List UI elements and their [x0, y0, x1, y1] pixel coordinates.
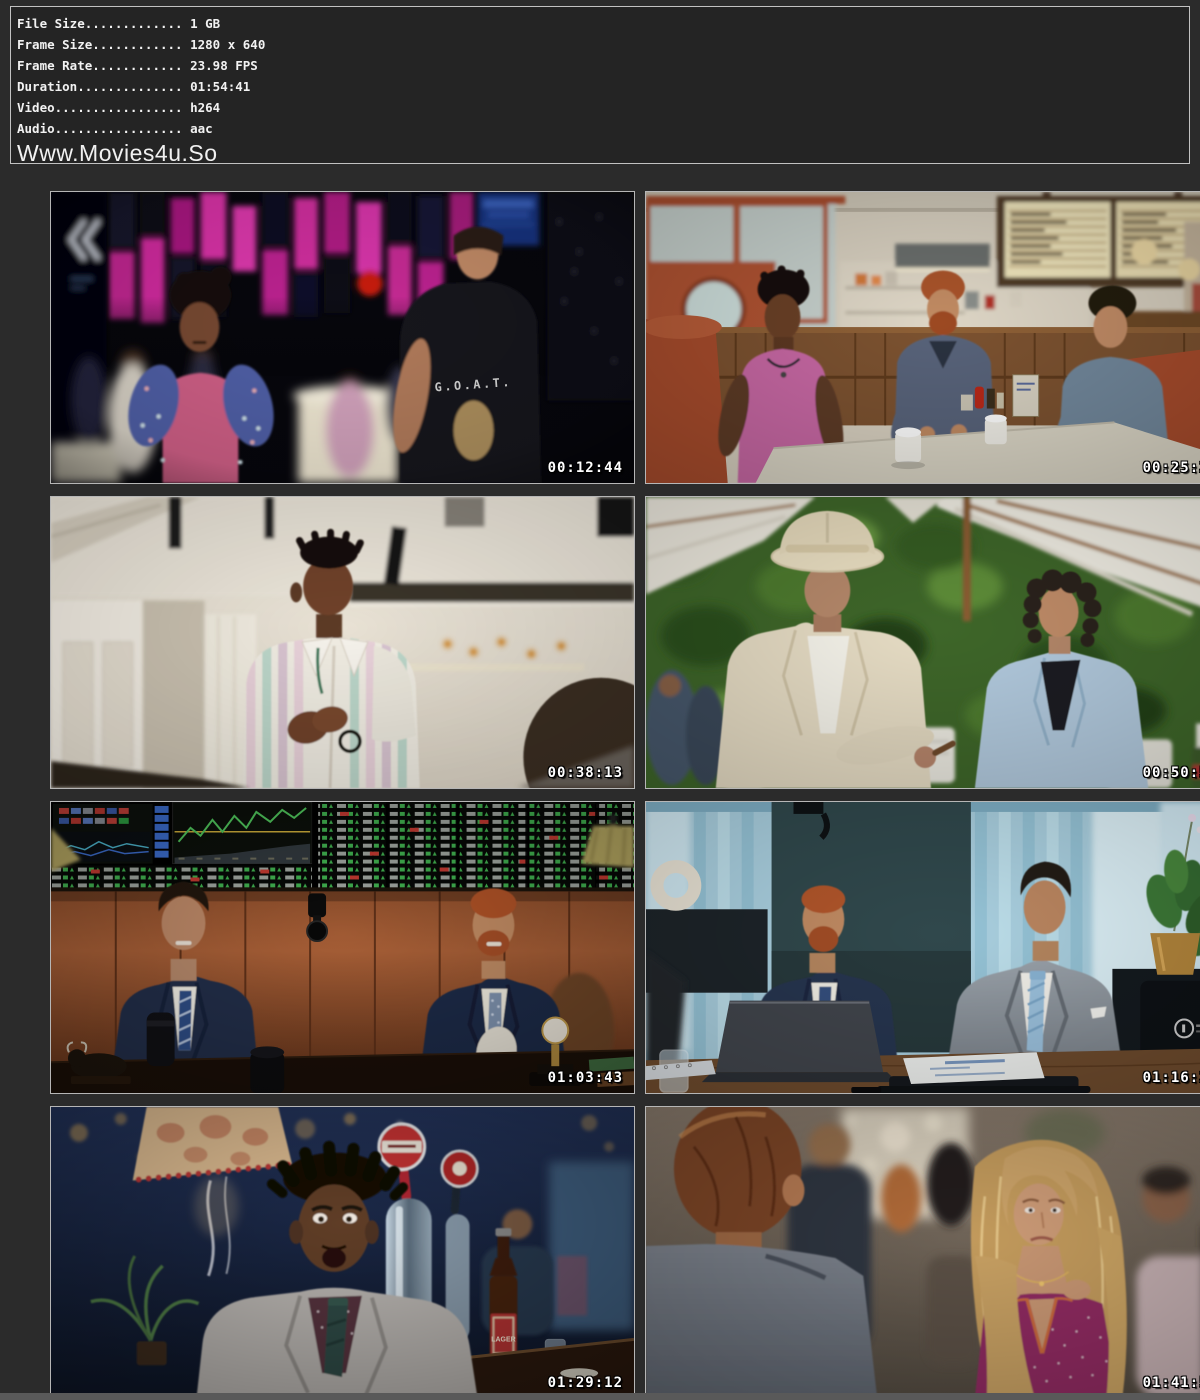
screenshot-party: 01:41:56 [645, 1106, 1200, 1399]
screenshot-image-party [646, 1107, 1200, 1398]
timestamp-badge: 01:29:12 [548, 1375, 623, 1391]
screenshot-image-conference [646, 802, 1200, 1093]
screenshot-image-nightclub: G.O.A.T. [51, 192, 634, 483]
timestamp-badge: 01:03:43 [548, 1070, 623, 1086]
timestamp-badge: 00:38:13 [548, 765, 623, 781]
timestamp-badge: 01:41:56 [1143, 1375, 1200, 1391]
screenshot-image-pastel-shirt [51, 497, 634, 788]
screenshot-image-garden-party [646, 497, 1200, 788]
screenshot-pastel-shirt: 00:38:13 [50, 496, 635, 789]
timestamp-badge: 00:50:57 [1143, 765, 1200, 781]
screenshot-image-stock-office [51, 802, 634, 1093]
screenshot-image-diner [646, 192, 1200, 483]
screenshot-diner: 00:25:28 [645, 191, 1200, 484]
screenshot-grid: G.O.A.T. 00:12:44 [0, 0, 1200, 1400]
timestamp-badge: 00:12:44 [548, 460, 623, 476]
timestamp-badge: 00:25:28 [1143, 460, 1200, 476]
screenshot-conference: 01:16:27 [645, 801, 1200, 1094]
screenshot-image-bar: LAGER [51, 1107, 634, 1398]
screenshot-bar: LAGER [50, 1106, 635, 1399]
timestamp-badge: 01:16:27 [1143, 1070, 1200, 1086]
screenshot-nightclub: G.O.A.T. 00:12:44 [50, 191, 635, 484]
screenshot-stock-office: 01:03:43 [50, 801, 635, 1094]
screenshot-garden-party: 00:50:57 [645, 496, 1200, 789]
bottom-edge-strip [0, 1393, 1200, 1400]
